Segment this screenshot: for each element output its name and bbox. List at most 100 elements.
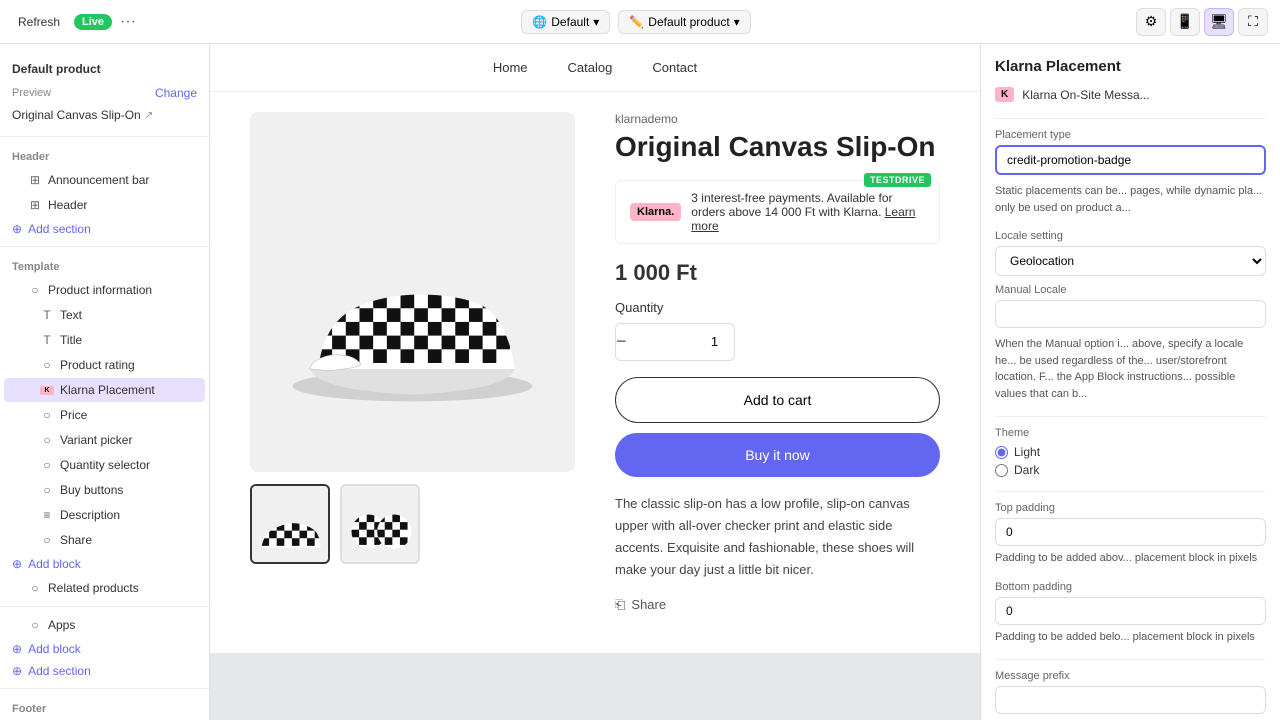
description-label: Description bbox=[60, 508, 120, 522]
share-icon: ○ bbox=[40, 533, 54, 547]
change-link[interactable]: Change bbox=[155, 86, 197, 100]
sidebar-item-description[interactable]: ≡ Description bbox=[4, 503, 205, 527]
product-price: 1 000 Ft bbox=[615, 260, 940, 286]
view-mode-icons: ⚙ 📱 🖥 ⛶ bbox=[1136, 8, 1268, 36]
default-product-label: Default product bbox=[648, 15, 729, 29]
topbar-right: ⚙ 📱 🖥 ⛶ bbox=[1136, 8, 1268, 36]
header-section-label: Header bbox=[0, 143, 209, 167]
related-products-label: Related products bbox=[48, 581, 139, 595]
divider2 bbox=[0, 246, 209, 247]
add-section-2[interactable]: ⊕ Add section bbox=[0, 660, 209, 682]
theme-light-option[interactable]: Light bbox=[995, 445, 1266, 459]
product-thumbnails bbox=[250, 484, 575, 564]
theme-dark-radio[interactable] bbox=[995, 464, 1008, 477]
product-information-label: Product information bbox=[48, 283, 152, 297]
product-thumb-2[interactable] bbox=[340, 484, 420, 564]
manual-locale-input[interactable] bbox=[995, 300, 1266, 328]
preview-product-name: Original Canvas Slip-On bbox=[12, 108, 141, 122]
buy-icon: ○ bbox=[40, 483, 54, 497]
nav-contact[interactable]: Contact bbox=[652, 60, 697, 75]
sidebar-item-announcement-bar[interactable]: ⊞ Announcement bar bbox=[4, 168, 205, 192]
placement-type-label: Placement type bbox=[995, 129, 1266, 141]
more-options-icon[interactable]: ··· bbox=[120, 13, 136, 31]
plus-icon2: ⊕ bbox=[12, 557, 22, 571]
sidebar-item-related-products[interactable]: ○ Related products bbox=[4, 576, 205, 600]
sidebar-item-title[interactable]: T Title bbox=[4, 328, 205, 352]
sidebar-item-text[interactable]: T Text bbox=[4, 303, 205, 327]
klarna-placement-label: Klarna Placement bbox=[60, 383, 155, 397]
qty-icon: ○ bbox=[40, 458, 54, 472]
variant-icon: ○ bbox=[40, 433, 54, 447]
topbar-left: Refresh Live ··· bbox=[12, 11, 136, 33]
sidebar-item-klarna-placement[interactable]: K Klarna Placement bbox=[4, 378, 205, 402]
share-icon: ⎗ bbox=[615, 597, 625, 613]
sidebar-item-share[interactable]: ○ Share bbox=[4, 528, 205, 552]
quantity-input[interactable] bbox=[627, 334, 735, 349]
sidebar-item-quantity-selector[interactable]: ○ Quantity selector bbox=[4, 453, 205, 477]
klarna-pill: K bbox=[995, 87, 1014, 102]
klarna-banner: Klarna. 3 interest-free payments. Availa… bbox=[615, 180, 940, 244]
add-block-2[interactable]: ⊕ Add block bbox=[0, 638, 209, 660]
desktop-icon-button[interactable]: 🖥 bbox=[1204, 8, 1234, 36]
preview-product-row: Original Canvas Slip-On ↗ bbox=[0, 106, 209, 130]
header-label: Header bbox=[48, 198, 87, 212]
locale-setting-label: Locale setting bbox=[995, 230, 1266, 242]
mobile-icon-button[interactable]: 📱 bbox=[1170, 8, 1200, 36]
price-label: Price bbox=[60, 408, 87, 422]
right-panel: Klarna Placement K Klarna On-Site Messa.… bbox=[980, 44, 1280, 720]
add-section-1[interactable]: ⊕ Add section bbox=[0, 218, 209, 240]
placement-type-hint: Static placements can be... pages, while… bbox=[995, 183, 1266, 216]
sidebar-item-header[interactable]: ⊞ Header bbox=[4, 193, 205, 217]
add-section-label-1: Add section bbox=[28, 222, 91, 236]
theme-light-radio[interactable] bbox=[995, 446, 1008, 459]
share-label: Share bbox=[60, 533, 92, 547]
sidebar-item-variant-picker[interactable]: ○ Variant picker bbox=[4, 428, 205, 452]
theme-label: Theme bbox=[995, 427, 1266, 439]
message-prefix-input[interactable] bbox=[995, 686, 1266, 714]
sidebar-item-price[interactable]: ○ Price bbox=[4, 403, 205, 427]
external-link-icon: ↗ bbox=[145, 110, 153, 121]
pencil-icon: ✏️ bbox=[629, 15, 644, 29]
manual-locale-label: Manual Locale bbox=[995, 284, 1266, 296]
template-section-label: Template bbox=[0, 253, 209, 277]
fullscreen-icon-button[interactable]: ⛶ bbox=[1238, 8, 1268, 36]
placement-type-input[interactable] bbox=[995, 145, 1266, 175]
locale-select[interactable]: Geolocation bbox=[995, 246, 1266, 276]
add-block-label-1: Add block bbox=[28, 557, 81, 571]
nav-catalog[interactable]: Catalog bbox=[568, 60, 613, 75]
panel-divider3 bbox=[995, 491, 1266, 492]
chevron-down-icon2: ▾ bbox=[734, 15, 740, 29]
top-padding-hint: Padding to be added abov... placement bl… bbox=[995, 550, 1266, 567]
default-product-button[interactable]: ✏️ Default product ▾ bbox=[618, 10, 750, 34]
buy-now-button[interactable]: Buy it now bbox=[615, 433, 940, 477]
default-theme-label: Default bbox=[551, 15, 589, 29]
quantity-decrease-button[interactable]: − bbox=[616, 324, 627, 360]
sidebar-item-product-information[interactable]: ○ Product information bbox=[4, 278, 205, 302]
customize-icon-button[interactable]: ⚙ bbox=[1136, 8, 1166, 36]
add-section-label-2: Add section bbox=[28, 664, 91, 678]
nav-home[interactable]: Home bbox=[493, 60, 528, 75]
footer-section-label: Footer bbox=[0, 695, 209, 719]
default-product-heading: Default product bbox=[0, 54, 209, 80]
share-label[interactable]: Share bbox=[631, 597, 666, 612]
default-theme-button[interactable]: 🌐 Default ▾ bbox=[521, 10, 610, 34]
sidebar-item-buy-buttons[interactable]: ○ Buy buttons bbox=[4, 478, 205, 502]
sidebar-item-apps[interactable]: ○ Apps bbox=[4, 613, 205, 637]
topbar: Refresh Live ··· 🌐 Default ▾ ✏️ Default … bbox=[0, 0, 1280, 44]
title-label: Title bbox=[60, 333, 82, 347]
share-row: ⎗ Share bbox=[615, 597, 940, 613]
title-icon: T bbox=[40, 333, 54, 347]
apps-icon: ○ bbox=[28, 618, 42, 632]
preview-row: Preview Change bbox=[0, 80, 209, 106]
quantity-control: − + bbox=[615, 323, 735, 361]
product-thumb-1[interactable] bbox=[250, 484, 330, 564]
top-padding-input[interactable] bbox=[995, 518, 1266, 546]
quantity-selector-label: Quantity selector bbox=[60, 458, 150, 472]
product-rating-label: Product rating bbox=[60, 358, 135, 372]
add-to-cart-button[interactable]: Add to cart bbox=[615, 377, 940, 423]
refresh-button[interactable]: Refresh bbox=[12, 11, 66, 33]
add-block-1[interactable]: ⊕ Add block bbox=[0, 553, 209, 575]
bottom-padding-input[interactable] bbox=[995, 597, 1266, 625]
theme-dark-option[interactable]: Dark bbox=[995, 463, 1266, 477]
sidebar-item-product-rating[interactable]: ○ Product rating bbox=[4, 353, 205, 377]
